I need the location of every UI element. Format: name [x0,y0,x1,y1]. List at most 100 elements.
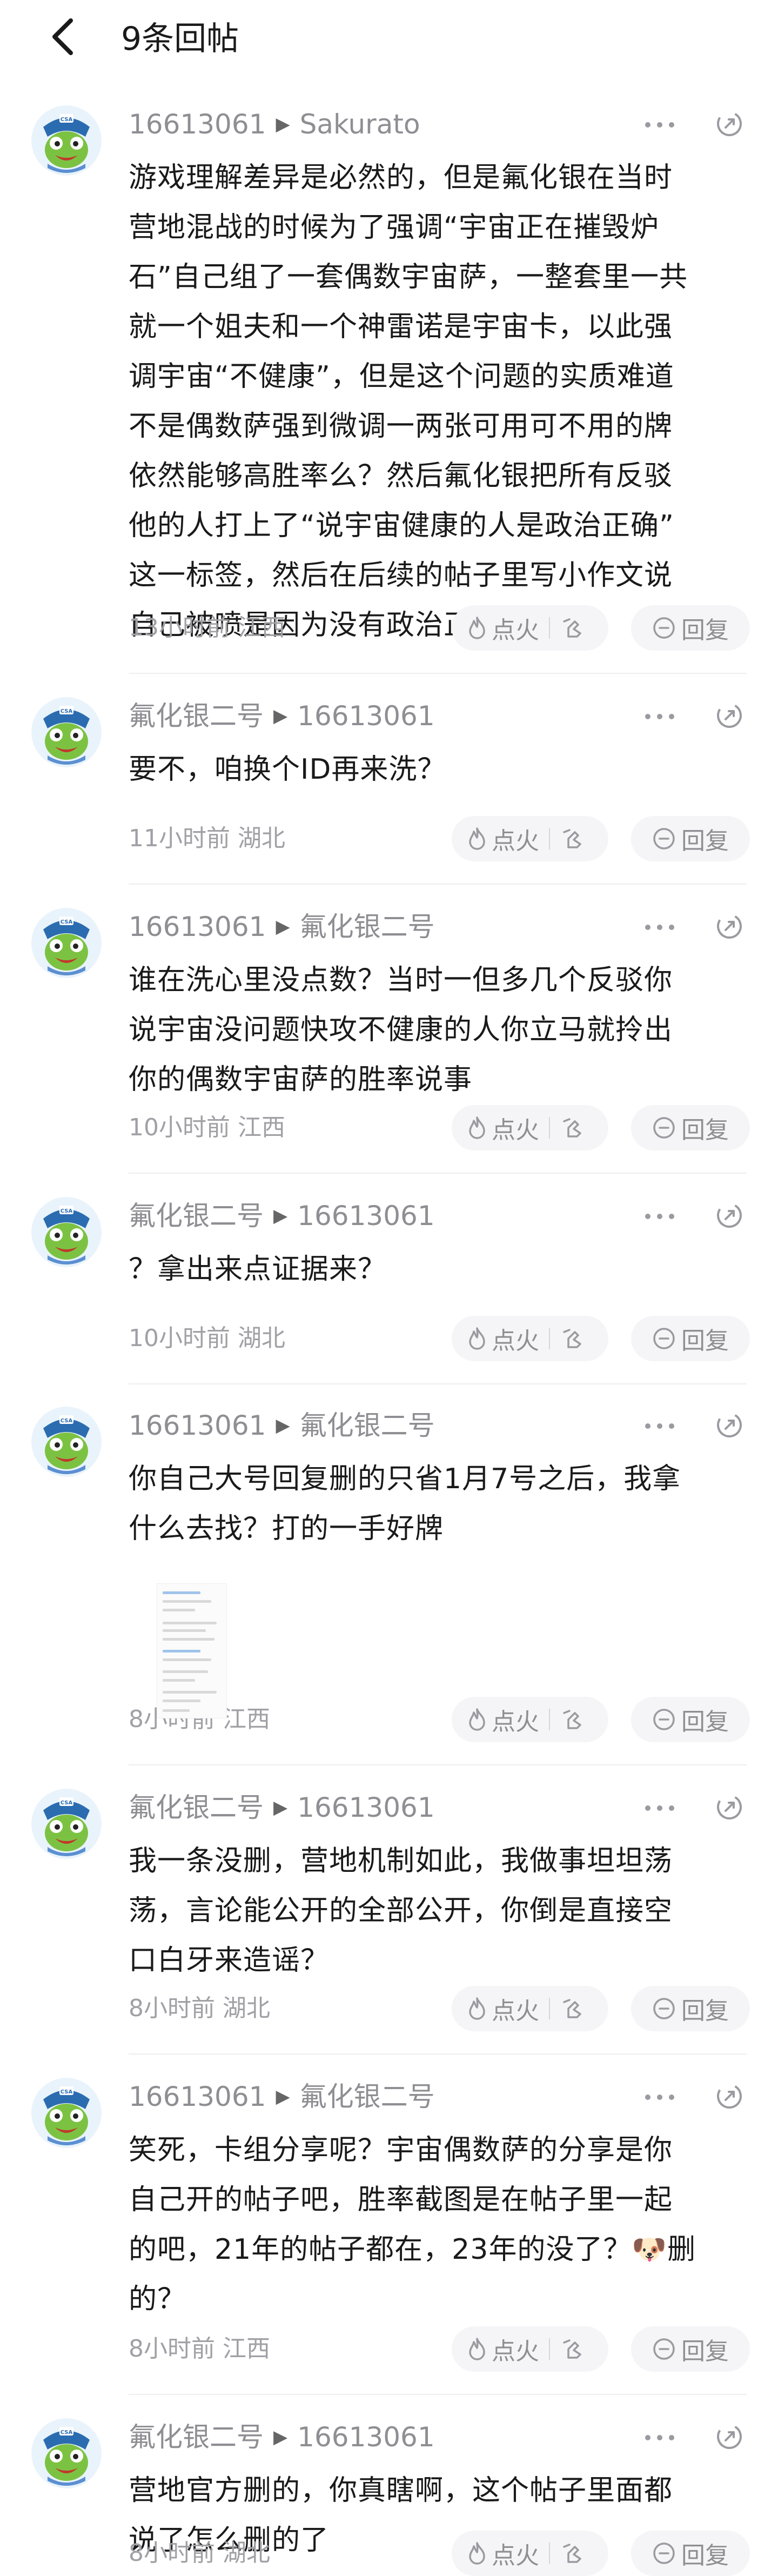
reply-button[interactable]: 回复 [631,2531,750,2576]
reply-meta: 16613061 ▶ 氟化银二号 [129,1407,435,1444]
svg-text:CSA: CSA [61,117,73,123]
reply-label: 回复 [681,2338,729,2365]
reply-button[interactable]: 回复 [631,1105,750,1150]
reply-to-arrow-icon: ▶ [276,1415,290,1436]
timestamp: 8小时前 [129,2335,215,2363]
content-line: 依然能够高胜率么？然后氟化银把所有反驳 [129,460,673,492]
back-button[interactable] [43,15,81,58]
reply-button[interactable]: 回复 [631,605,750,651]
reply-button[interactable]: 回复 [631,1697,750,1742]
extinguish-button[interactable] [558,605,588,651]
share-icon [717,2084,742,2109]
reply-to-name[interactable]: 氟化银二号 [300,1407,435,1444]
share-button[interactable] [712,1408,747,1442]
fire-button[interactable]: 点火 [452,2326,539,2372]
more-button[interactable] [635,700,684,733]
more-button[interactable] [635,1410,684,1442]
reply-to-name[interactable]: 氟化银二号 [300,2078,435,2116]
reply-to-name[interactable]: 16613061 [297,1789,435,1826]
more-button[interactable] [635,2081,684,2113]
timestamp-region: 8小时前 湖北 [129,1986,270,2031]
more-dots-icon [645,925,674,930]
reply-to-name[interactable]: Sakurato [300,105,420,143]
reply-to-arrow-icon: ▶ [276,916,290,938]
extinguish-button[interactable] [558,2326,588,2372]
fire-button[interactable]: 点火 [452,816,539,861]
reply-footer: 11小时前 湖北 点火 回复 [129,816,750,861]
reply-to-name[interactable]: 16613061 [297,1197,435,1235]
more-dots-icon [645,2095,674,2100]
fire-divider [549,1328,550,1349]
more-button[interactable] [635,1792,684,1824]
content-line: 我一条没删，营地机制如此，我做事坦坦荡 [129,1845,673,1877]
flame-icon [469,617,485,639]
reply-to-name[interactable]: 氟化银二号 [300,908,435,946]
fire-button[interactable]: 点火 [452,2531,539,2576]
comment-bubble-icon [653,1709,675,1730]
share-button[interactable] [712,698,747,733]
frog-avatar-icon: CSA [31,1789,102,1859]
share-button[interactable] [712,909,747,944]
extinguish-button[interactable] [558,1697,588,1742]
avatar[interactable]: CSA [31,1407,102,1477]
screenshot-thumbnail[interactable] [157,1583,227,1718]
extinguish-icon [563,1329,581,1348]
reply-button[interactable]: 回复 [631,1316,750,1361]
fire-button[interactable]: 点火 [452,1697,539,1742]
flame-icon [469,1327,485,1350]
fire-divider [549,1117,550,1139]
ip-region: 江西 [238,1114,285,1141]
author-name[interactable]: 16613061 [129,1407,266,1444]
reply-to-name[interactable]: 16613061 [297,697,435,735]
avatar[interactable]: CSA [31,2078,102,2148]
more-button[interactable] [635,911,684,944]
reply-content: 游戏理解差异是必然的，但是氟化银在当时 营地混战的时候为了强调“宇宙正在摧毁炉 石”… [129,153,750,650]
author-name[interactable]: 16613061 [129,2078,266,2116]
extinguish-button[interactable] [558,1316,588,1361]
svg-text:CSA: CSA [61,708,73,714]
reply-content: 你自己大号回复删的只省1月7号之后，我拿 什么去找？打的一手好牌 [129,1454,750,1554]
fire-button[interactable]: 点火 [452,1105,539,1150]
content-line: 荡，言论能公开的全部公开，你倒是直接空 [129,1895,673,1927]
avatar[interactable]: CSA [31,697,102,767]
extinguish-button[interactable] [558,816,588,861]
reply-to-name[interactable]: 16613061 [297,2418,435,2456]
share-button[interactable] [712,1198,747,1233]
flame-icon [469,1708,485,1731]
fire-action-group: 点火 [452,1105,608,1150]
fire-action-group: 点火 [452,1986,608,2031]
share-button[interactable] [712,2419,747,2454]
author-name[interactable]: 氟化银二号 [129,697,264,735]
share-button[interactable] [712,1790,747,1824]
reply-button[interactable]: 回复 [631,2326,750,2372]
author-name[interactable]: 16613061 [129,105,266,143]
avatar[interactable]: CSA [31,1789,102,1859]
author-name[interactable]: 氟化银二号 [129,2418,264,2456]
extinguish-button[interactable] [558,1105,588,1150]
extinguish-button[interactable] [558,2531,588,2576]
reply-button[interactable]: 回复 [631,816,750,861]
content-line: 不是偶数萨强到微调一两张可用可不用的牌 [129,410,673,443]
reply-label: 回复 [681,2542,729,2570]
avatar[interactable]: CSA [31,105,102,176]
extinguish-button[interactable] [558,1986,588,2031]
fire-button[interactable]: 点火 [452,605,539,651]
author-name[interactable]: 16613061 [129,908,266,946]
share-button[interactable] [712,106,747,141]
more-button[interactable] [635,109,684,141]
ip-region: 江西 [238,614,285,641]
timestamp-region: 8小时前 江西 [129,2326,270,2372]
fire-button[interactable]: 点火 [452,1986,539,2031]
reply-button[interactable]: 回复 [631,1986,750,2031]
content-line: 就一个姐夫和一个神雷诺是宇宙卡，以此强 [129,311,673,343]
reply-to-arrow-icon: ▶ [273,2426,288,2448]
author-name[interactable]: 氟化银二号 [129,1197,264,1235]
avatar[interactable]: CSA [31,2418,102,2488]
author-name[interactable]: 氟化银二号 [129,1789,264,1826]
fire-button[interactable]: 点火 [452,1316,539,1361]
share-button[interactable] [712,2079,747,2113]
more-button[interactable] [635,2421,684,2454]
avatar[interactable]: CSA [31,1197,102,1267]
more-button[interactable] [635,1200,684,1233]
avatar[interactable]: CSA [31,908,102,978]
